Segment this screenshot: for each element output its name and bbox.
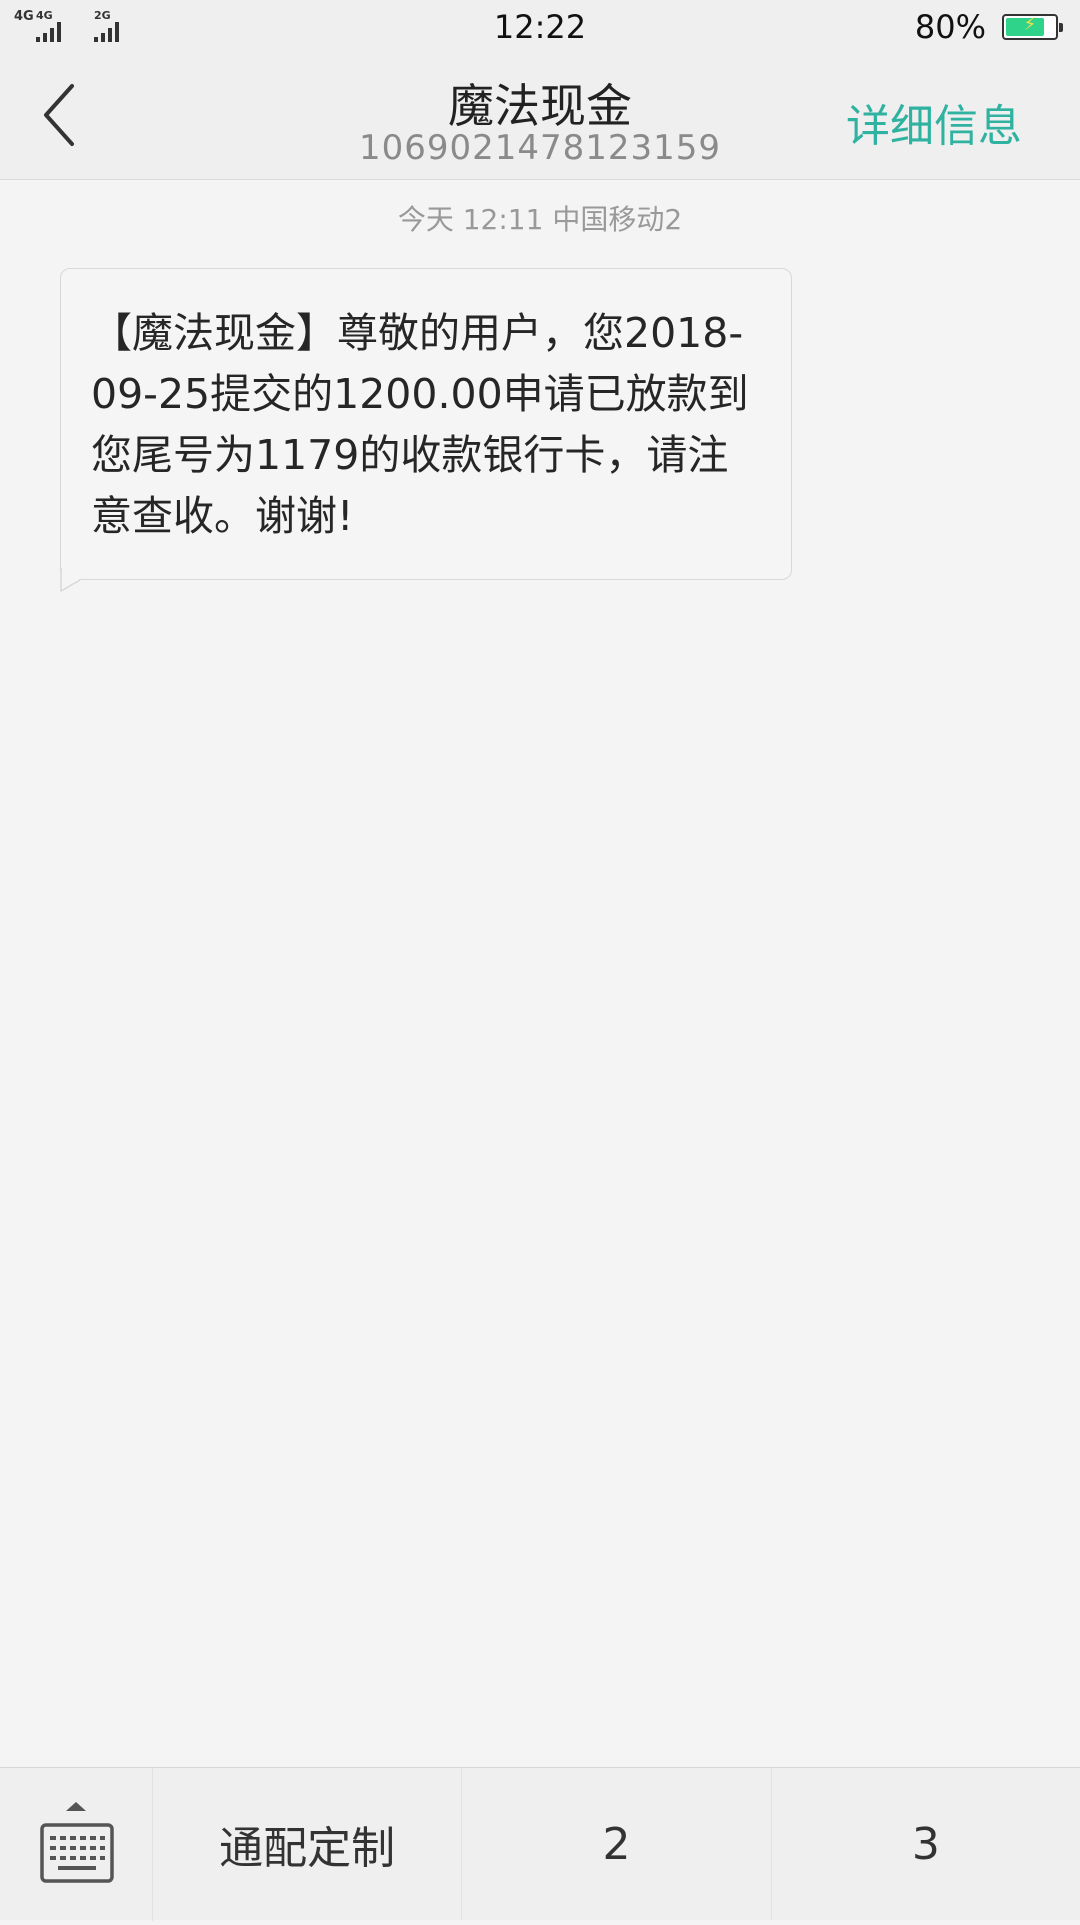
quick-reply-item[interactable]: 通配定制 <box>153 1768 463 1920</box>
incoming-message-bubble[interactable]: 【魔法现金】尊敬的用户，您2018-09-25提交的1200.00申请已放款到您… <box>60 268 792 580</box>
message-text: 【魔法现金】尊敬的用户，您2018-09-25提交的1200.00申请已放款到您… <box>91 309 749 540</box>
charging-bolt-icon: ⚡ <box>1023 14 1037 35</box>
bubble-tail <box>60 568 82 592</box>
details-button[interactable]: 详细信息 <box>846 90 1022 154</box>
battery-percent: 80% <box>914 8 986 46</box>
keyboard-icon <box>40 1802 114 1883</box>
quick-reply-bar: 通配定制 2 3 <box>0 1767 1080 1921</box>
battery-icon: ⚡ <box>1002 14 1063 40</box>
quick-reply-item[interactable]: 3 <box>772 1768 1080 1920</box>
quick-reply-item[interactable]: 2 <box>462 1768 772 1920</box>
conversation-header: 魔法现金 1069021478123159 详细信息 <box>0 56 1080 180</box>
status-bar: 4G 4G 2G 12:22 80% ⚡ <box>0 0 1080 56</box>
keyboard-toggle-button[interactable] <box>0 1768 153 1921</box>
message-timestamp: 今天 12:11 中国移动2 <box>397 203 683 236</box>
